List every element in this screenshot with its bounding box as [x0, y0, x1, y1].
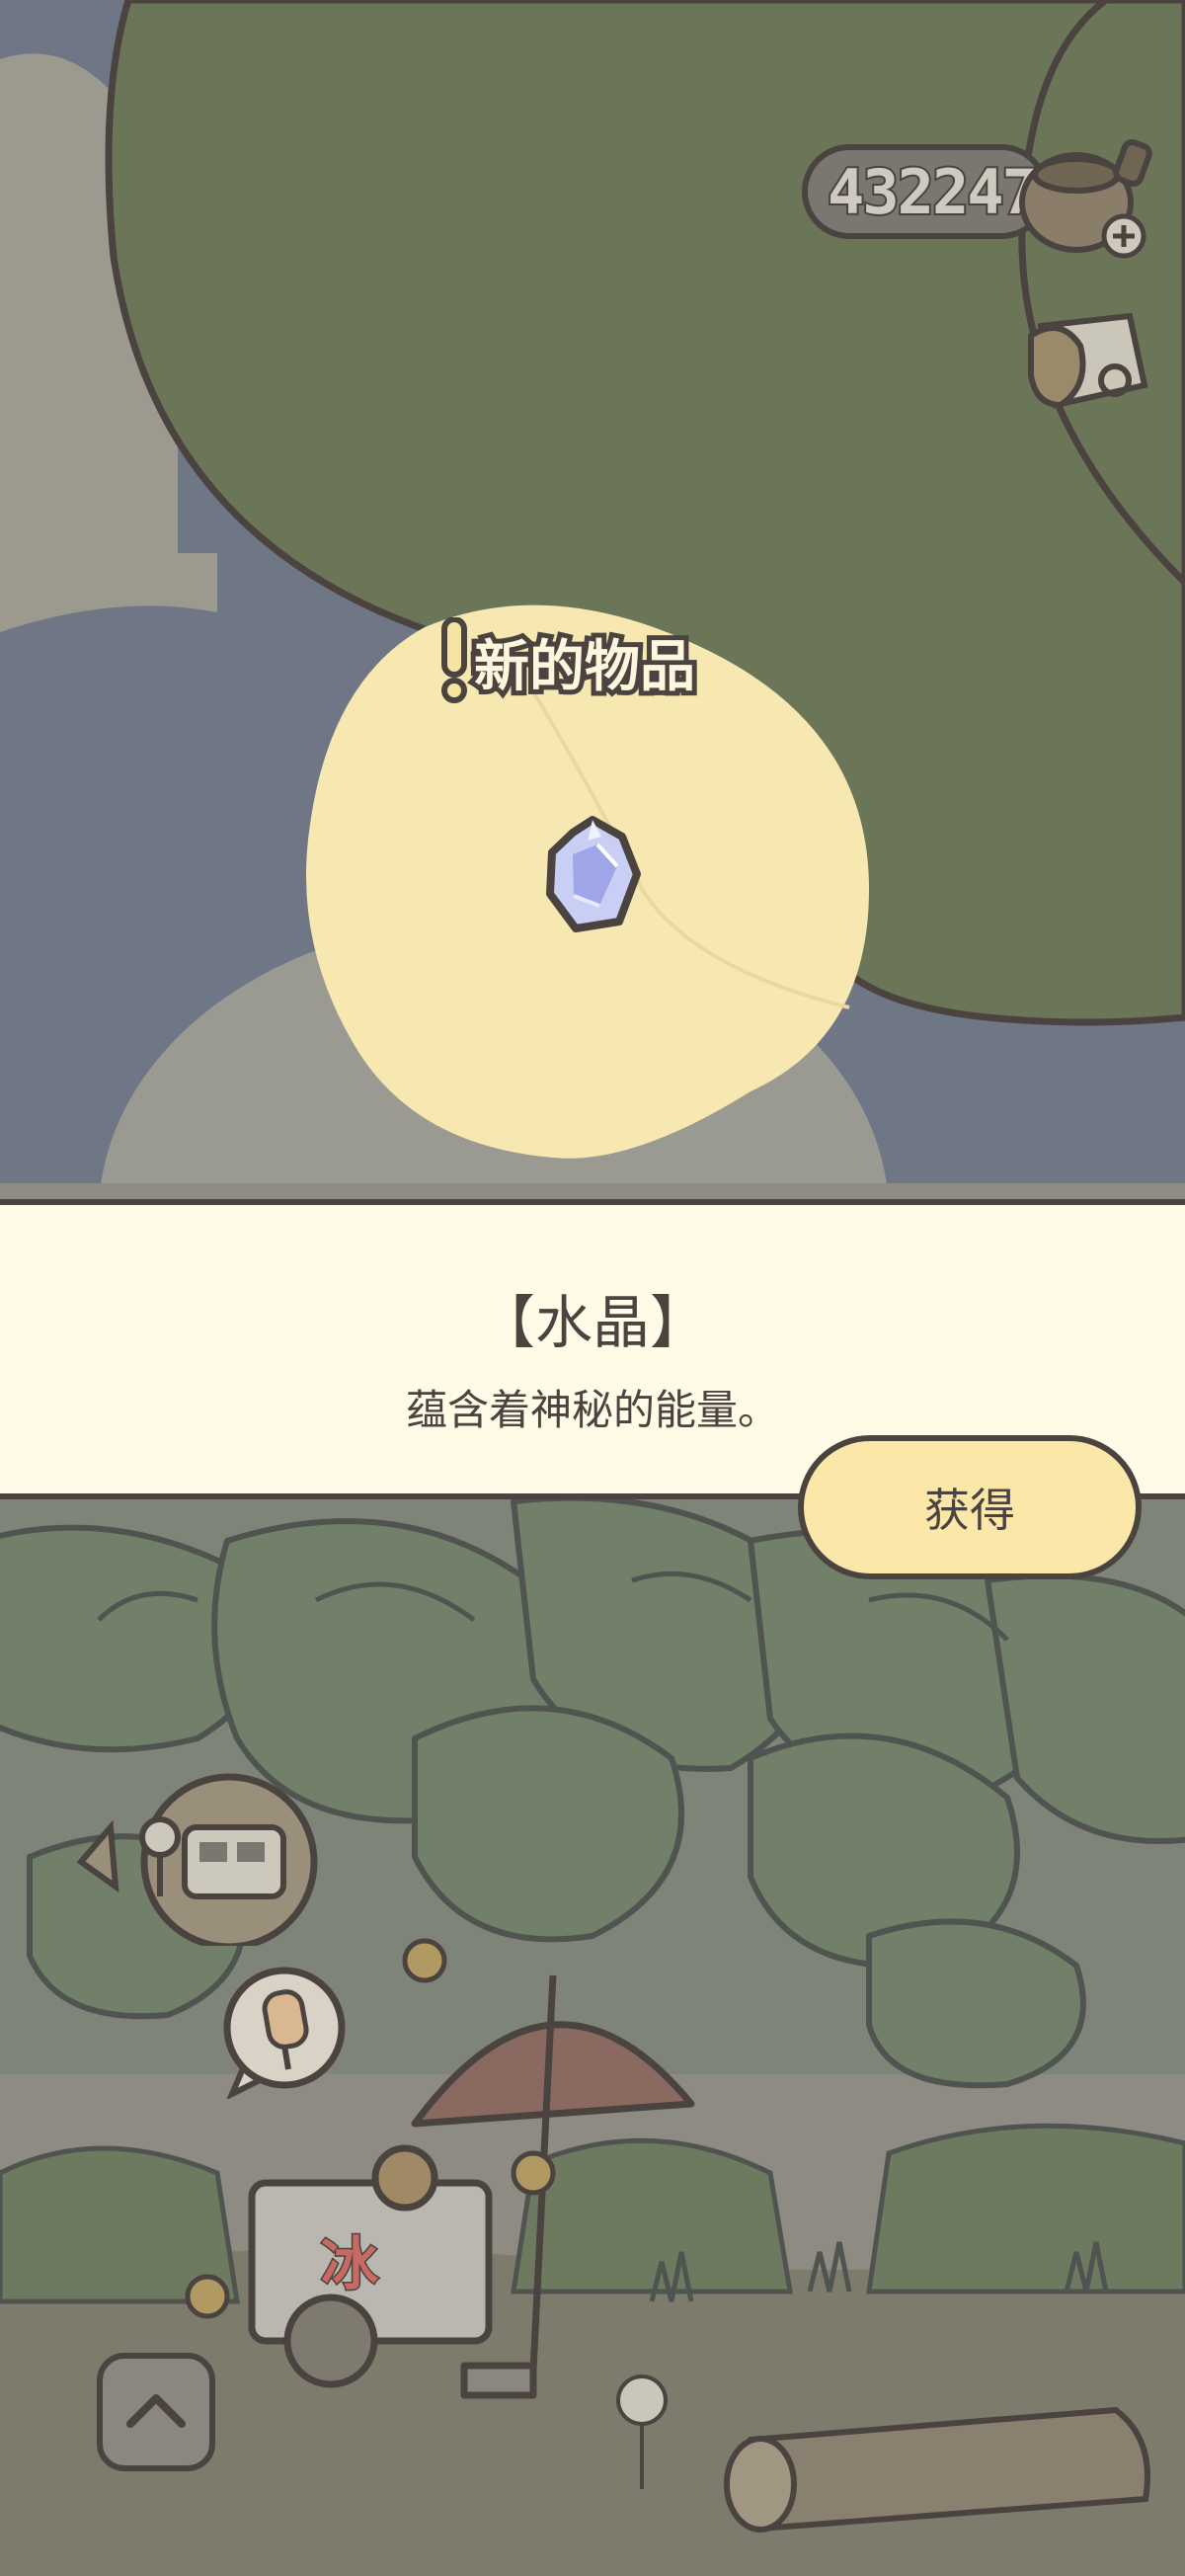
new-item-label: 新的物品	[434, 617, 700, 706]
item-name: 【水晶】	[477, 1289, 707, 1356]
get-button[interactable]: 获得	[798, 1435, 1142, 1579]
cart-sign: 冰	[319, 2229, 379, 2299]
train-ticket-icon[interactable]	[71, 1768, 318, 1946]
exclamation-icon	[441, 617, 467, 703]
clover-count: 432247	[826, 154, 1041, 230]
expand-menu-button[interactable]	[97, 2353, 215, 2471]
item-description: 蕴含着神秘的能量。	[405, 1386, 779, 1434]
add-icon[interactable]	[1100, 212, 1147, 260]
new-item-text: 新的物品	[469, 630, 700, 704]
popsicle-icon[interactable]	[217, 1961, 346, 2099]
chevron-up-icon	[126, 2394, 186, 2428]
crystal-icon	[546, 816, 641, 932]
bag-icon[interactable]	[1021, 296, 1159, 425]
